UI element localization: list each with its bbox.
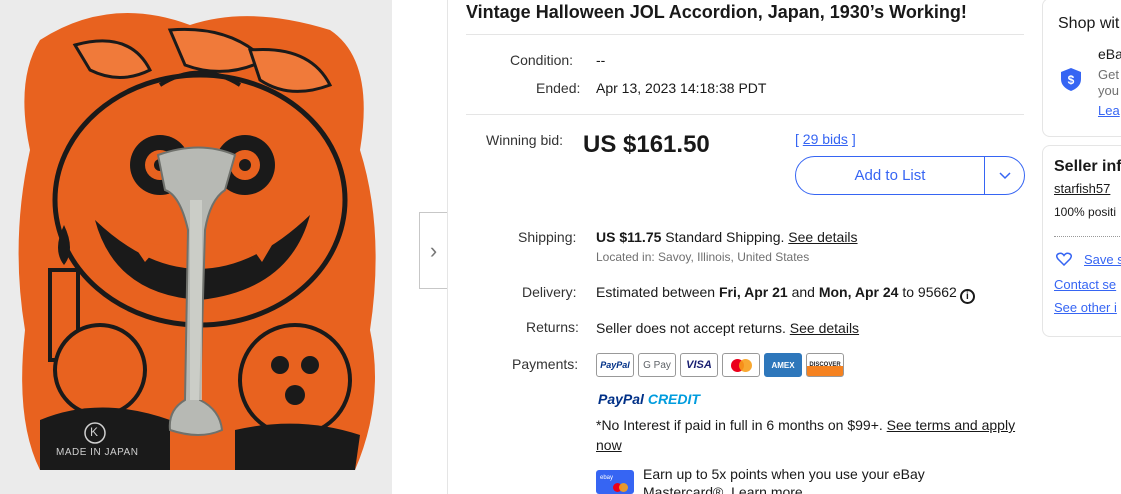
shop-with-confidence-card: Shop wit $ eBa Get you Lea: [1042, 0, 1121, 137]
info-icon[interactable]: i: [959, 289, 975, 304]
winning-bid-price: US $161.50: [583, 131, 710, 158]
amex-method: AMEX: [771, 360, 795, 370]
shipping-value: US $11.75 Standard Shipping. See details: [596, 229, 858, 245]
winning-bid-label: Winning bid:: [486, 132, 564, 148]
paypal-credit-logo: PayPal CREDIT: [598, 391, 700, 407]
contact-seller-link[interactable]: Contact se: [1054, 277, 1116, 292]
save-seller-link[interactable]: Save s: [1084, 252, 1121, 267]
delivery-end: Mon, Apr 24: [818, 284, 899, 300]
shop-card-line3: you: [1098, 83, 1119, 98]
amex-logo-icon: AMEX: [764, 353, 802, 377]
promo-text: *No Interest if paid in full in 6 months…: [596, 417, 887, 433]
divider: [466, 114, 1024, 115]
add-to-list-dropdown[interactable]: [985, 157, 1024, 194]
shipping-label: Shipping:: [518, 229, 577, 245]
chevron-down-icon: [998, 171, 1011, 179]
condition-value: --: [596, 52, 606, 68]
shield-icon: $: [1061, 68, 1081, 91]
product-image[interactable]: K MADE IN JAPAN: [0, 0, 392, 494]
seller-name-link[interactable]: starfish57: [1054, 181, 1110, 196]
item-location: Located in: Savoy, Illinois, United Stat…: [596, 250, 810, 264]
bid-bracket-open: [: [795, 131, 803, 147]
returns-label: Returns:: [526, 319, 579, 335]
paypal-credit-promo: *No Interest if paid in full in 6 months…: [596, 415, 1016, 455]
shop-card-title: Shop wit: [1058, 15, 1120, 32]
seller-card-title: Seller inf: [1054, 158, 1121, 175]
delivery-and: and: [787, 284, 819, 300]
bid-bracket-close: ]: [847, 131, 856, 147]
mastercard-logo-icon: [722, 353, 760, 377]
visa-logo-icon: VISA: [680, 353, 718, 377]
card-brand: ebay: [600, 475, 614, 481]
shipping-details-link[interactable]: See details: [788, 229, 857, 245]
add-to-list-control: Add to List: [795, 156, 1025, 195]
ended-value: Apr 13, 2023 14:18:38 PDT: [596, 80, 767, 96]
condition-label: Condition:: [510, 52, 574, 68]
delivery-start: Fri, Apr 21: [718, 284, 788, 300]
returns-details-link[interactable]: See details: [790, 320, 859, 336]
bid-count: [ 29 bids ]: [795, 131, 856, 147]
photo-stamp-text: MADE IN JAPAN: [56, 447, 139, 458]
shop-card-line2: Get: [1098, 67, 1119, 82]
shipping-amount: US $11.75: [596, 229, 662, 245]
bids-link[interactable]: 29 bids: [803, 131, 848, 147]
seller-info-card: Seller inf starfish57 100% positi Save s…: [1042, 145, 1121, 337]
delivery-prefix: Estimated between: [596, 284, 719, 300]
visa-method: VISA: [686, 359, 712, 371]
paypal-method: PayPal: [600, 360, 630, 370]
add-to-list-button[interactable]: Add to List: [796, 157, 984, 194]
seller-feedback: 100% positi: [1054, 205, 1117, 219]
shop-card-learn-link[interactable]: Lea: [1098, 103, 1120, 118]
jack-o-lantern-photo: [0, 0, 392, 494]
divider: [466, 34, 1024, 35]
payment-methods: PayPal G Pay VISA AMEX DISCOVER: [596, 353, 844, 377]
returns-text: Seller does not accept returns.: [596, 320, 790, 336]
shop-card-line1: eBa: [1098, 46, 1121, 62]
column-divider: [447, 0, 448, 494]
photo-logo-letter: K: [90, 425, 99, 439]
svg-text:$: $: [1068, 73, 1075, 87]
dotted-divider: [1054, 236, 1121, 237]
delivery-value: Estimated between Fri, Apr 21 and Mon, A…: [596, 284, 975, 304]
returns-value: Seller does not accept returns. See deta…: [596, 320, 859, 336]
next-image-button[interactable]: ›: [419, 212, 447, 289]
heart-icon[interactable]: [1056, 252, 1072, 266]
paypal-credit-word: CREDIT: [643, 391, 700, 407]
listing-title: Vintage Halloween JOL Accordion, Japan, …: [466, 2, 967, 22]
ebay-mastercard-icon: ebay: [596, 470, 634, 494]
discover-method: DISCOVER: [809, 362, 841, 368]
google-pay-logo-icon: G Pay: [638, 353, 676, 377]
see-other-items-link[interactable]: See other i: [1054, 300, 1117, 315]
delivery-label: Delivery:: [522, 284, 577, 300]
delivery-zip: to 95662: [898, 284, 957, 300]
discover-logo-icon: DISCOVER: [806, 353, 844, 377]
payments-label: Payments:: [512, 356, 579, 372]
ended-label: Ended:: [536, 80, 581, 96]
learn-more-link[interactable]: Learn more: [731, 484, 803, 494]
paypal-credit-brand: PayPal: [598, 391, 644, 407]
ebay-mastercard-promo: Earn up to 5x points when you use your e…: [643, 465, 983, 494]
paypal-logo-icon: PayPal: [596, 353, 634, 377]
shipping-method: Standard Shipping.: [661, 229, 789, 245]
chevron-right-icon: ›: [429, 237, 438, 263]
google-pay-method: G Pay: [643, 359, 671, 371]
